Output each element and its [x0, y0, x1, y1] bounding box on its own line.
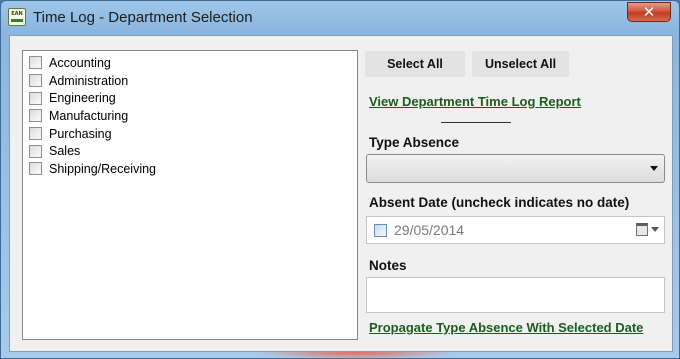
view-report-link[interactable]: View Department Time Log Report: [369, 94, 581, 109]
department-checkbox[interactable]: [29, 144, 42, 158]
app-icon-text: EAN: [11, 11, 23, 17]
department-label: Sales: [49, 144, 81, 159]
divider: [441, 122, 511, 123]
chevron-down-icon: [651, 227, 659, 232]
department-label: Purchasing: [49, 126, 112, 141]
department-checklist[interactable]: Accounting Administration Engineering Ma…: [22, 50, 358, 340]
window-title: Time Log - Department Selection: [33, 9, 253, 26]
close-button[interactable]: ✕: [627, 2, 671, 22]
absent-date-picker[interactable]: 29/05/2014: [366, 216, 665, 244]
notes-label: Notes: [369, 258, 407, 273]
list-item[interactable]: Shipping/Receiving: [23, 160, 357, 178]
list-item[interactable]: Purchasing: [23, 125, 357, 143]
title-bar[interactable]: EAN Time Log - Department Selection ✕: [1, 1, 679, 35]
taskbar-glow: [256, 352, 456, 359]
department-label: Accounting: [49, 55, 111, 70]
calendar-dropdown-button[interactable]: [636, 223, 660, 237]
select-all-button[interactable]: Select All: [365, 51, 465, 77]
department-checkbox[interactable]: [29, 91, 42, 105]
list-item[interactable]: Sales: [23, 142, 357, 160]
calendar-icon: [636, 223, 648, 236]
department-label: Administration: [49, 73, 129, 88]
department-label: Engineering: [49, 91, 116, 106]
dialog-body: Accounting Administration Engineering Ma…: [9, 35, 673, 352]
type-absence-dropdown[interactable]: [366, 154, 665, 183]
list-item[interactable]: Manufacturing: [23, 107, 357, 125]
list-item[interactable]: Accounting: [23, 54, 357, 72]
department-checkbox[interactable]: [29, 109, 42, 123]
department-checkbox[interactable]: [29, 56, 42, 70]
close-icon: ✕: [642, 3, 656, 21]
notes-field[interactable]: [366, 277, 665, 313]
propagate-absence-link[interactable]: Propagate Type Absence With Selected Dat…: [369, 320, 643, 335]
list-item[interactable]: Administration: [23, 72, 357, 90]
department-checkbox[interactable]: [29, 74, 42, 88]
type-absence-label: Type Absence: [369, 135, 460, 150]
absent-date-value: 29/05/2014: [394, 222, 465, 238]
department-label: Manufacturing: [49, 108, 129, 123]
time-log-window: EAN Time Log - Department Selection ✕ Ac…: [0, 0, 680, 359]
department-checkbox[interactable]: [29, 162, 42, 176]
list-item[interactable]: Engineering: [23, 89, 357, 107]
unselect-all-button[interactable]: Unselect All: [472, 51, 569, 77]
department-label: Shipping/Receiving: [49, 161, 157, 176]
chevron-down-icon: [650, 166, 658, 171]
app-logo-icon: EAN: [8, 8, 26, 26]
absent-date-checkbox[interactable]: [374, 224, 387, 237]
absent-date-label: Absent Date (uncheck indicates no date): [369, 195, 630, 210]
department-checkbox[interactable]: [29, 127, 42, 141]
